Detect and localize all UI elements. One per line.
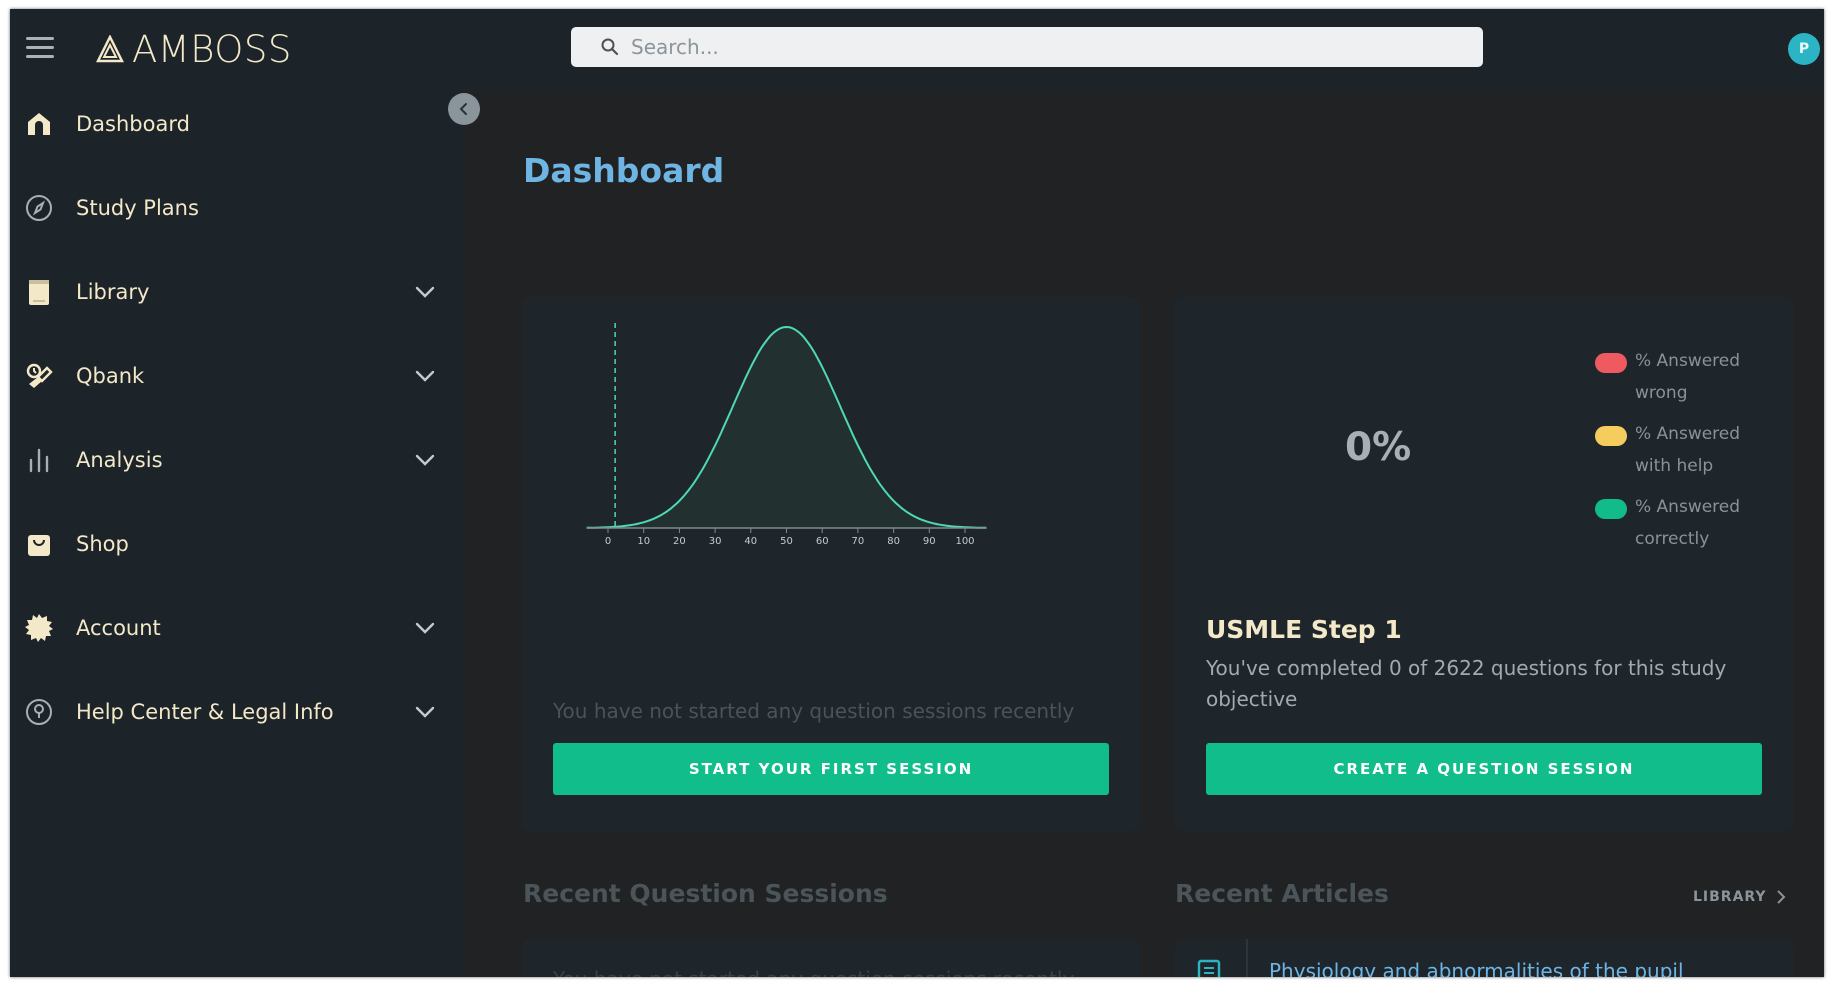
library-link[interactable]: LIBRARY (1693, 889, 1789, 905)
distribution-area (586, 327, 987, 528)
sidebar-item-label: Study Plans (76, 196, 199, 220)
legend-swatch-with-help (1595, 426, 1627, 446)
legend-label: % Answered wrong (1635, 351, 1741, 403)
sidebar-item-label: Qbank (76, 364, 145, 388)
start-first-session-button[interactable]: START YOUR FIRST SESSION (553, 743, 1109, 795)
article-divider (1246, 939, 1248, 977)
recent-article-item[interactable]: Physiology and abnormalities of the pupi… (1175, 939, 1793, 977)
amboss-logo-icon (96, 35, 124, 63)
empty-recent-sessions-text: You have not started any question sessio… (553, 967, 1074, 977)
amboss-logo[interactable]: AMBOSS (96, 27, 292, 71)
chevron-down-icon[interactable] (414, 701, 436, 723)
progress-percent: 0% (1345, 425, 1412, 470)
hamburger-menu-icon[interactable] (26, 37, 54, 59)
search-icon (601, 38, 619, 56)
app-window: AMBOSS P Dashboard Study Plans (10, 9, 1824, 977)
help-icon (24, 697, 54, 727)
chevron-left-icon (459, 103, 467, 115)
user-avatar[interactable]: P (1788, 33, 1820, 65)
create-question-session-button[interactable]: CREATE A QUESTION SESSION (1206, 743, 1762, 795)
recent-sessions-title: Recent Question Sessions (523, 879, 888, 908)
sidebar-item-label: Help Center & Legal Info (76, 700, 334, 724)
chevron-down-icon[interactable] (414, 617, 436, 639)
x-axis-tick-label: 20 (673, 536, 686, 547)
legend-item-wrong: % Answered wrong (1595, 345, 1785, 418)
legend-item-with-help: % Answered with help (1595, 418, 1785, 491)
study-objective-description: You've completed 0 of 2622 questions for… (1206, 656, 1727, 711)
gear-icon (24, 613, 54, 643)
book-icon (24, 277, 54, 307)
x-axis-tick-label: 70 (852, 536, 865, 547)
compass-icon (24, 193, 54, 223)
legend-swatch-wrong (1595, 353, 1627, 373)
bar-chart-icon (24, 445, 54, 475)
collapse-sidebar-button[interactable] (448, 93, 480, 125)
sidebar-item-library[interactable]: Library (10, 262, 463, 322)
sidebar-item-qbank[interactable]: Qbank (10, 346, 463, 406)
sidebar-item-label: Shop (76, 532, 129, 556)
top-bar: AMBOSS P (10, 9, 1824, 91)
logo-text: AMBOSS (132, 27, 292, 71)
search-input[interactable] (629, 34, 1473, 60)
recent-articles-title: Recent Articles (1175, 879, 1389, 908)
shopping-bag-icon (24, 529, 54, 559)
sidebar-item-help-center[interactable]: Help Center & Legal Info (10, 682, 463, 742)
chevron-right-icon (1776, 890, 1785, 904)
library-link-label: LIBRARY (1693, 889, 1767, 905)
chevron-down-icon[interactable] (414, 449, 436, 471)
sidebar-item-label: Dashboard (76, 112, 190, 136)
progress-legend: % Answered wrong % Answered with help % … (1595, 345, 1785, 564)
legend-item-correct: % Answered correctly (1595, 491, 1785, 564)
score-distribution-chart: 0 10 20 30 40 50 60 70 80 90 100 (586, 323, 987, 547)
x-axis-tick-label: 50 (780, 536, 793, 547)
sessions-card: 0 10 20 30 40 50 60 70 80 90 100 You have not star… (522, 297, 1140, 831)
empty-sessions-text: You have not started any question sessio… (553, 699, 1075, 723)
sidebar-item-label: Account (76, 616, 161, 640)
study-objective-title: USMLE Step 1 (1206, 615, 1402, 644)
recent-sessions-card: You have not started any question sessio… (522, 939, 1140, 977)
sidebar-item-shop[interactable]: Shop (10, 514, 463, 574)
article-link[interactable]: Physiology and abnormalities of the pupi… (1269, 959, 1684, 977)
x-axis-tick-label: 60 (816, 536, 829, 547)
legend-label: % Answered correctly (1635, 497, 1741, 549)
sidebar-item-account[interactable]: Account (10, 598, 463, 658)
sidebar-item-label: Analysis (76, 448, 163, 472)
chevron-down-icon[interactable] (414, 281, 436, 303)
qbank-icon (24, 361, 54, 391)
study-objective-card: 0% % Answered wrong % Answered with help… (1175, 297, 1793, 831)
legend-swatch-correct (1595, 499, 1627, 519)
article-icon (1197, 959, 1221, 977)
home-icon (24, 109, 54, 139)
main-content: Dashboard 0 10 20 30 40 50 60 70 80 90 100 You hav… (463, 91, 1824, 977)
x-axis-tick-label: 90 (923, 536, 936, 547)
chevron-down-icon[interactable] (414, 365, 436, 387)
x-axis-tick-label: 0 (605, 536, 611, 547)
sidebar-item-study-plans[interactable]: Study Plans (10, 178, 463, 238)
sidebar-item-label: Library (76, 280, 150, 304)
x-axis-tick-label: 10 (637, 536, 650, 547)
search-bar[interactable] (571, 27, 1483, 67)
x-axis-tick-label: 80 (887, 536, 900, 547)
x-axis-tick-label: 100 (955, 536, 974, 547)
x-axis-tick-label: 30 (709, 536, 722, 547)
legend-label: % Answered with help (1635, 424, 1741, 476)
x-axis-tick-label: 40 (744, 536, 757, 547)
page-title: Dashboard (523, 151, 725, 190)
sidebar-item-analysis[interactable]: Analysis (10, 430, 463, 490)
sidebar-item-dashboard[interactable]: Dashboard (10, 94, 463, 154)
sidebar: Dashboard Study Plans Library Qbank Anal… (10, 91, 463, 977)
